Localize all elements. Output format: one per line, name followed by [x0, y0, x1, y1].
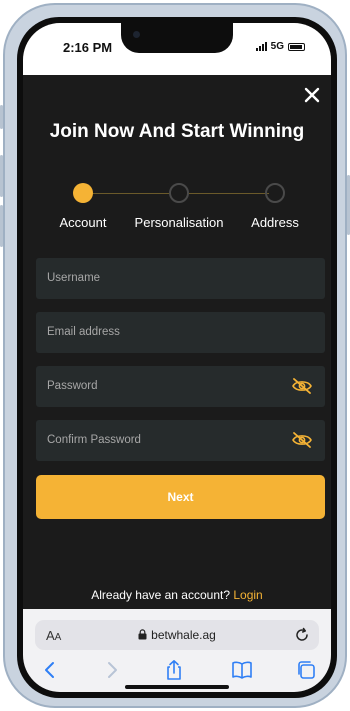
home-indicator: [125, 685, 229, 689]
email-placeholder: Email address: [47, 326, 120, 338]
step-dot-address: [265, 183, 285, 203]
signal-icon: [255, 42, 267, 51]
address-bar[interactable]: AA betwhale.ag: [35, 620, 319, 650]
step-connector: [189, 193, 269, 194]
bookmarks-icon[interactable]: [231, 659, 253, 681]
battery-icon: [288, 42, 305, 51]
signup-modal: Join Now And Start Winning Account Perso…: [23, 75, 331, 609]
confirm-password-field[interactable]: Confirm Password: [36, 420, 325, 461]
tabs-icon[interactable]: [295, 659, 317, 681]
modal-title: Join Now And Start Winning: [49, 121, 305, 142]
step-connector: [83, 193, 171, 194]
network-type: 5G: [270, 41, 284, 52]
forward-icon[interactable]: [101, 659, 123, 681]
phone-bezel: 2:16 PM 5G Join Now And Start Winning Ac…: [17, 17, 337, 698]
back-icon[interactable]: [39, 659, 61, 681]
lock-icon: [138, 629, 147, 640]
username-placeholder: Username: [47, 272, 101, 284]
close-icon[interactable]: [303, 86, 321, 104]
phone-frame: 2:16 PM 5G Join Now And Start Winning Ac…: [0, 3, 350, 708]
confirm-password-placeholder: Confirm Password: [47, 434, 141, 446]
eye-off-icon[interactable]: [291, 377, 313, 395]
status-time: 2:16 PM: [63, 40, 113, 55]
url-text: betwhale.ag: [151, 628, 216, 642]
status-bar: 2:16 PM 5G: [23, 23, 331, 75]
step-dot-personalisation: [169, 183, 189, 203]
next-button[interactable]: Next: [36, 475, 325, 519]
password-placeholder: Password: [47, 380, 98, 392]
camera-icon: [133, 31, 140, 38]
side-button: [0, 105, 3, 129]
phone-screen: 2:16 PM 5G Join Now And Start Winning Ac…: [23, 23, 331, 692]
step-label-address: Address: [251, 215, 299, 230]
url-display[interactable]: betwhale.ag: [35, 628, 319, 642]
eye-off-icon[interactable]: [291, 431, 313, 449]
login-link[interactable]: Login: [233, 588, 262, 602]
step-dot-account: [73, 183, 93, 203]
login-prompt-row: Already have an account? Login: [23, 588, 331, 602]
login-prompt-text: Already have an account?: [91, 588, 231, 602]
status-indicators: 5G: [255, 41, 305, 52]
volume-up-button: [0, 155, 3, 197]
browser-chrome: AA betwhale.ag: [23, 609, 331, 692]
reload-icon[interactable]: [294, 627, 310, 643]
volume-down-button: [0, 205, 3, 247]
username-field[interactable]: Username: [36, 258, 325, 299]
step-label-account: Account: [59, 215, 107, 230]
notch: [121, 23, 233, 53]
step-label-personalisation: Personalisation: [134, 215, 224, 230]
email-field[interactable]: Email address: [36, 312, 325, 353]
browser-toolbar: [23, 659, 331, 685]
progress-stepper: Account Personalisation Address: [23, 183, 331, 233]
share-icon[interactable]: [163, 659, 185, 681]
password-field[interactable]: Password: [36, 366, 325, 407]
